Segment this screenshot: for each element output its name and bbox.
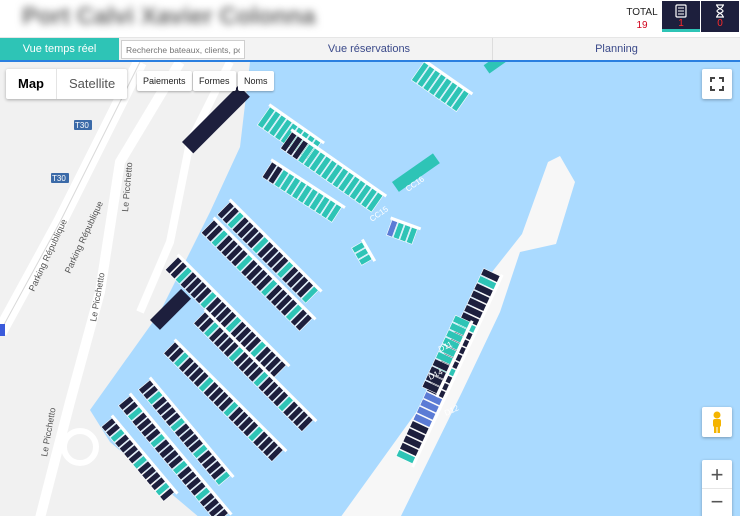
pegman-icon: [713, 411, 721, 433]
list-count: 1: [678, 18, 684, 29]
names-toggle[interactable]: Noms: [238, 71, 274, 91]
zoom-in-button[interactable]: +: [702, 460, 732, 489]
list-button[interactable]: 1: [662, 1, 700, 32]
list-icon: [675, 4, 687, 18]
shapes-toggle[interactable]: Formes: [193, 71, 236, 91]
fullscreen-icon: [710, 77, 724, 91]
app: Port Calvi Xavier Colonna TOTAL 19 1 0 V…: [0, 0, 740, 516]
map-canvas[interactable]: CC16CC15D11D14D12 T30T30Parking Républiq…: [0, 62, 740, 516]
tab-realtime[interactable]: Vue temps réel: [0, 38, 119, 61]
tab-planning[interactable]: Planning: [493, 38, 740, 61]
port-name: Port Calvi Xavier Colonna: [22, 3, 316, 30]
total-counter: TOTAL 19: [622, 6, 662, 32]
total-label: TOTAL: [626, 7, 658, 18]
fullscreen-button[interactable]: [702, 69, 732, 99]
road-badge-label: T30: [52, 174, 66, 183]
map-type-control: Map Satellite: [6, 69, 128, 99]
map-type-map[interactable]: Map: [6, 69, 57, 99]
map-type-satellite[interactable]: Satellite: [57, 69, 127, 99]
header: Port Calvi Xavier Colonna TOTAL 19 1 0: [0, 0, 740, 36]
road-badge-label: T30: [75, 121, 89, 130]
total-value: 19: [636, 20, 648, 31]
road-marker: [0, 324, 5, 336]
zoom-control: + −: [702, 460, 732, 516]
search-input[interactable]: [121, 40, 245, 59]
hourglass-icon: [716, 4, 724, 18]
zoom-out-button[interactable]: −: [702, 489, 732, 516]
hourglass-button[interactable]: 0: [701, 1, 739, 32]
harbor-map[interactable]: CC16 CC15 D11 D14 D12 T30 T30 Parking Républiq…: [0, 60, 740, 516]
payments-toggle[interactable]: Paiements: [137, 71, 192, 91]
hourglass-count: 0: [717, 18, 723, 29]
tab-reservations[interactable]: Vue réservations: [246, 38, 492, 61]
tab-bar: Vue temps réel Vue réservations Planning: [0, 37, 740, 61]
street-view-button[interactable]: [702, 407, 732, 437]
